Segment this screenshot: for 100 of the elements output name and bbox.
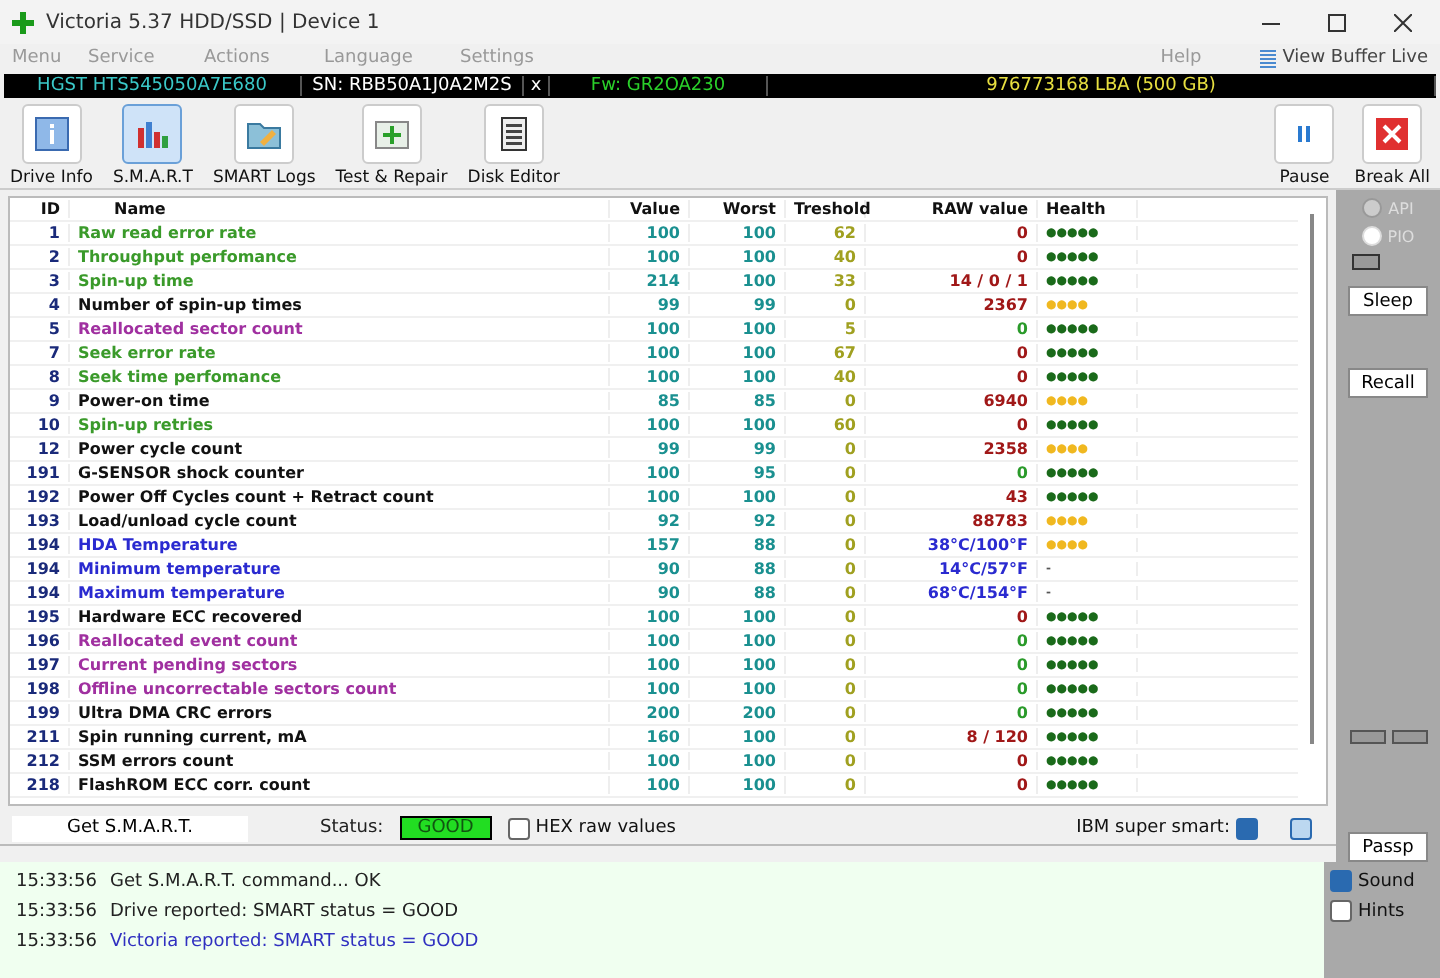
table-cell: 212 [10,752,70,770]
table-cell: 4 [10,296,70,314]
column-header: Health [1038,200,1138,218]
bar-chart-icon [134,116,171,152]
table-cell: 14°C/57°F [866,560,1038,578]
app-cross-icon [12,11,34,33]
passp-button[interactable]: Passp [1348,832,1428,862]
table-cell: 8 / 120 [866,728,1038,746]
table-cell: 3 [10,272,70,290]
view-buffer-button[interactable]: View Buffer Live [1260,48,1428,68]
table-cell: 200 [610,704,690,722]
table-cell: 195 [10,608,70,626]
toolbar-button[interactable]: Test & Repair [329,104,454,188]
table-cell: 40 [786,368,866,386]
table-cell: 92 [690,512,786,530]
side-button[interactable]: Sleep [1348,286,1428,316]
column-header: Worst [690,200,786,218]
table-cell: 211 [10,728,70,746]
table-cell: 200 [690,704,786,722]
indicator-led [1352,254,1380,270]
toolbar-button[interactable]: Drive Info [4,104,99,188]
table-cell: 0 [786,608,866,626]
table-cell: 88 [690,584,786,602]
toolbar-button[interactable]: SMART Logs [206,104,322,188]
scrollbar[interactable] [1310,214,1314,744]
table-cell: Current pending sectors [70,656,610,674]
table-cell: Ultra DMA CRC errors [70,704,610,722]
table-cell: 2367 [866,296,1038,314]
table-cell: 99 [690,296,786,314]
log-message: Drive reported: SMART status = GOOD [110,902,459,922]
table-cell: 0 [866,608,1038,626]
option-checkbox[interactable]: Sound [1330,870,1434,892]
table-cell: 100 [690,272,786,290]
table-cell: 100 [610,224,690,242]
table-cell: 0 [786,512,866,530]
table-cell: 100 [690,752,786,770]
table-cell: 100 [610,488,690,506]
table-cell: 100 [610,344,690,362]
close-drive-button[interactable]: x [524,76,550,96]
table-cell: 0 [866,632,1038,650]
table-cell: 0 [786,728,866,746]
table-cell: 7 [10,344,70,362]
first-aid-icon [373,116,410,152]
toolbar-button[interactable]: Break All [1348,104,1436,188]
table-cell: 100 [610,320,690,338]
table-cell: 0 [866,344,1038,362]
table-cell: FlashROM ECC corr. count [70,776,610,794]
table-cell: 90 [610,584,690,602]
table-cell: 100 [690,248,786,266]
small-button[interactable] [1349,730,1385,744]
side-button[interactable]: Recall [1348,368,1428,398]
table-cell: Minimum temperature [70,560,610,578]
table-cell: 5 [786,320,866,338]
table-cell: Seek time perfomance [70,368,610,386]
table-cell: 100 [610,680,690,698]
table-cell: 214 [610,272,690,290]
table-cell: Maximum temperature [70,584,610,602]
table-cell: 100 [610,656,690,674]
table-cell: 100 [690,224,786,242]
table-cell: 40 [786,248,866,266]
table-cell: 0 [866,416,1038,434]
log-message: Victoria reported: SMART status = GOOD [110,932,479,952]
table-cell: Reallocated event count [70,632,610,650]
table-cell: 0 [866,704,1038,722]
close-icon [1374,116,1411,152]
table-cell: 0 [786,464,866,482]
table-cell: Load/unload cycle count [70,512,610,530]
maximize-icon[interactable] [1328,13,1346,31]
table-cell: 0 [786,440,866,458]
drive-capacity: 976773168 LBA (500 GB) [768,76,1436,96]
table-cell: 99 [610,296,690,314]
table-cell: 5 [10,320,70,338]
table-cell: 0 [866,368,1038,386]
table-cell: SSM errors count [70,752,610,770]
table-cell: 0 [786,560,866,578]
get-smart-button[interactable]: Get S.M.A.R.T. [12,815,248,841]
table-cell: 193 [10,512,70,530]
table-cell: 88 [690,560,786,578]
column-header: Value [610,200,690,218]
table-cell: 8 [10,368,70,386]
toolbar-button[interactable]: Disk Editor [461,104,566,188]
table-cell: 99 [610,440,690,458]
table-cell: Spin-up time [70,272,610,290]
close-icon[interactable] [1394,13,1412,31]
small-button[interactable] [1391,730,1427,744]
table-cell: 100 [690,656,786,674]
table-cell: 194 [10,536,70,554]
option-checkbox[interactable]: Hints [1330,900,1434,922]
table-cell: 100 [610,752,690,770]
hex-checkbox[interactable]: HEX raw values [507,817,676,839]
ibm-checkbox[interactable]: IBM super smart: [1076,817,1258,839]
checkbox[interactable] [1290,817,1312,839]
table-cell: 194 [10,560,70,578]
toolbar-button[interactable]: S.M.A.R.T [106,104,199,188]
table-cell: G-SENSOR shock counter [70,464,610,482]
table-cell: 0 [866,656,1038,674]
table-cell: 0 [786,488,866,506]
table-cell: 218 [10,776,70,794]
table-cell: Hardware ECC recovered [70,608,610,626]
table-cell: 92 [610,512,690,530]
